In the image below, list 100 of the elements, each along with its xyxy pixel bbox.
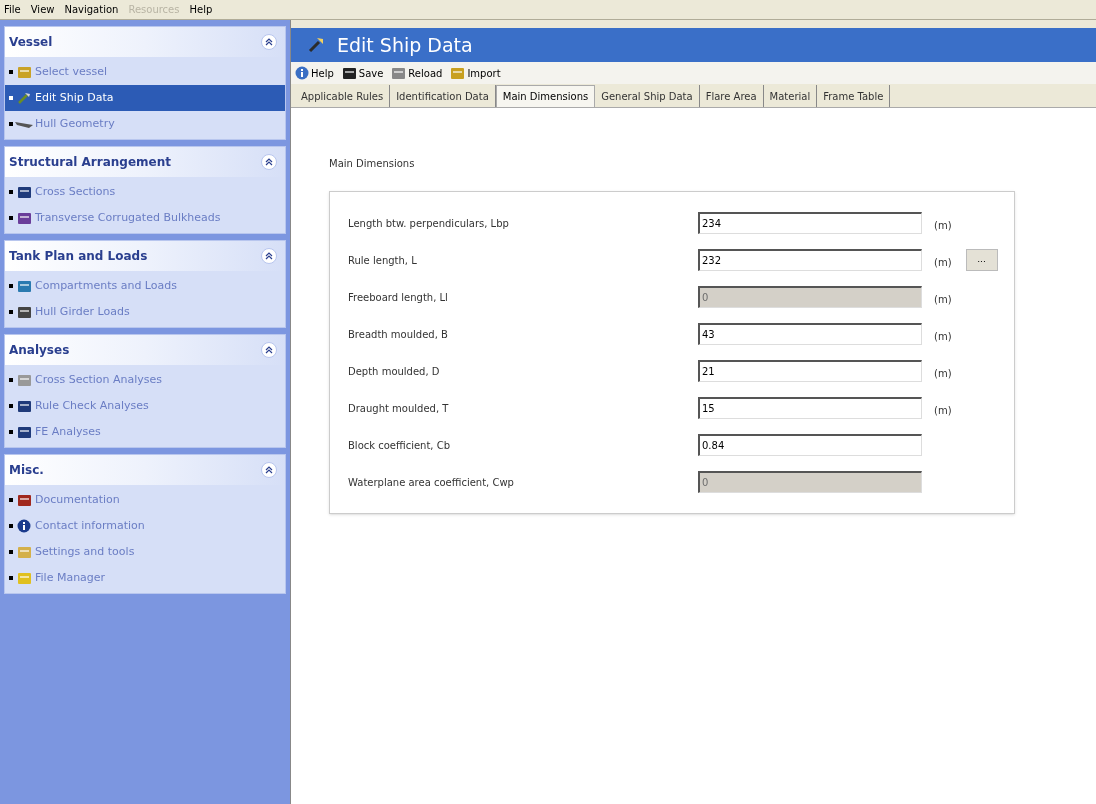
item-label: Cross Section Analyses xyxy=(35,371,163,388)
toolbar-button[interactable]: Help xyxy=(295,65,334,81)
item-label: Hull Geometry xyxy=(35,115,115,132)
input-field[interactable]: 21 xyxy=(698,360,922,382)
section-title: Misc. xyxy=(9,462,44,479)
bullet-icon xyxy=(9,498,13,502)
field-label: Rule length, L xyxy=(348,253,418,268)
chevron-up-icon xyxy=(265,346,273,354)
tab[interactable]: Applicable Rules xyxy=(295,85,391,107)
chevron-up-icon xyxy=(265,252,273,260)
group-title: Main Dimensions xyxy=(329,157,416,171)
bullet-icon xyxy=(9,96,13,100)
input-field[interactable]: 234 xyxy=(698,212,922,234)
section-title: Analyses xyxy=(9,342,70,359)
item-label: FE Analyses xyxy=(35,423,101,440)
chevron-up-icon xyxy=(265,38,273,46)
collapse-button[interactable] xyxy=(261,462,277,478)
item-icon xyxy=(16,211,32,225)
bullet-icon xyxy=(9,430,13,434)
field-label: Waterplane area coefficient, Cwp xyxy=(348,475,515,490)
item-label: Edit Ship Data xyxy=(35,89,114,106)
bullet-icon xyxy=(9,284,13,288)
item-icon xyxy=(16,373,32,387)
item-icon xyxy=(16,65,32,79)
item-icon xyxy=(16,305,32,319)
item-label: Documentation xyxy=(35,491,120,508)
item-icon xyxy=(450,66,466,80)
unit-label: (m) xyxy=(934,329,952,344)
info-icon xyxy=(17,519,31,533)
item-label: Settings and tools xyxy=(35,543,135,560)
tools-icon xyxy=(17,91,31,105)
menu-item[interactable]: View xyxy=(30,2,55,17)
collapse-button[interactable] xyxy=(261,342,277,358)
item-icon xyxy=(16,185,32,199)
tab[interactable]: Frame Table xyxy=(817,85,891,107)
item-label: Transverse Corrugated Bulkheads xyxy=(35,209,221,226)
field-label: Breadth moulded, B xyxy=(348,327,449,342)
menu-item[interactable]: Navigation xyxy=(64,2,119,17)
field-label: Draught moulded, T xyxy=(348,401,450,416)
item-label: Contact information xyxy=(35,517,145,534)
section-title: Structural Arrangement xyxy=(9,154,171,171)
input-field[interactable]: 0.84 xyxy=(698,434,922,456)
item-label: Compartments and Loads xyxy=(35,277,177,294)
collapse-button[interactable] xyxy=(261,248,277,264)
sidebar-item[interactable]: Edit Ship Data xyxy=(5,85,285,111)
unit-label: (m) xyxy=(934,366,952,381)
bullet-icon xyxy=(9,216,13,220)
tab[interactable]: Material xyxy=(763,85,818,107)
unit-label: (m) xyxy=(934,403,952,418)
info-icon xyxy=(295,66,309,80)
item-label: Rule Check Analyses xyxy=(35,397,149,414)
field-label: Freeboard length, Ll xyxy=(348,290,449,305)
toolbar-button[interactable]: Save xyxy=(341,65,384,81)
menu-item[interactable]: Help xyxy=(189,2,213,17)
item-icon xyxy=(16,399,32,413)
item-icon xyxy=(16,545,32,559)
item-label: Cross Sections xyxy=(35,183,116,200)
bullet-icon xyxy=(9,190,13,194)
section-title: Tank Plan and Loads xyxy=(9,248,148,265)
toolbar-button[interactable]: Reload xyxy=(391,65,443,81)
input-field[interactable]: 15 xyxy=(698,397,922,419)
item-label: File Manager xyxy=(35,569,106,586)
item-icon xyxy=(16,493,32,507)
chevron-up-icon xyxy=(265,158,273,166)
bullet-icon xyxy=(9,524,13,528)
item-icon xyxy=(16,279,32,293)
item-label: Select vessel xyxy=(35,63,107,80)
item-icon xyxy=(16,571,32,585)
unit-label: (m) xyxy=(934,218,952,233)
item-label: Hull Girder Loads xyxy=(35,303,130,320)
item-icon xyxy=(391,66,407,80)
input-field[interactable]: 232 xyxy=(698,249,922,271)
page-title: Edit Ship Data xyxy=(337,32,473,58)
collapse-button[interactable] xyxy=(261,34,277,50)
tab[interactable]: Identification Data xyxy=(390,85,496,107)
bullet-icon xyxy=(9,378,13,382)
toolbar-button[interactable]: Import xyxy=(450,65,501,81)
bullet-icon xyxy=(9,122,13,126)
chevron-up-icon xyxy=(265,466,273,474)
field-label: Block coefficient, Cb xyxy=(348,438,452,453)
tools-icon xyxy=(307,36,325,54)
tab[interactable]: General Ship Data xyxy=(595,85,700,107)
field-label: Depth moulded, D xyxy=(348,364,441,379)
bullet-icon xyxy=(9,70,13,74)
bullet-icon xyxy=(9,550,13,554)
field-label: Length btw. perpendiculars, Lbp xyxy=(348,216,510,231)
unit-label: (m) xyxy=(934,292,952,307)
bullet-icon xyxy=(9,310,13,314)
tab[interactable]: Main Dimensions xyxy=(495,85,596,107)
input-field[interactable]: 43 xyxy=(698,323,922,345)
menu-item[interactable]: File xyxy=(4,2,21,17)
bullet-icon xyxy=(9,576,13,580)
item-icon xyxy=(341,66,357,80)
tab[interactable]: Flare Area xyxy=(699,85,764,107)
bullet-icon xyxy=(9,404,13,408)
collapse-button[interactable] xyxy=(261,154,277,170)
section-title: Vessel xyxy=(9,34,53,51)
unit-label: (m) xyxy=(934,255,952,270)
more-button[interactable]: ... xyxy=(965,249,998,271)
hull-icon xyxy=(15,119,33,129)
